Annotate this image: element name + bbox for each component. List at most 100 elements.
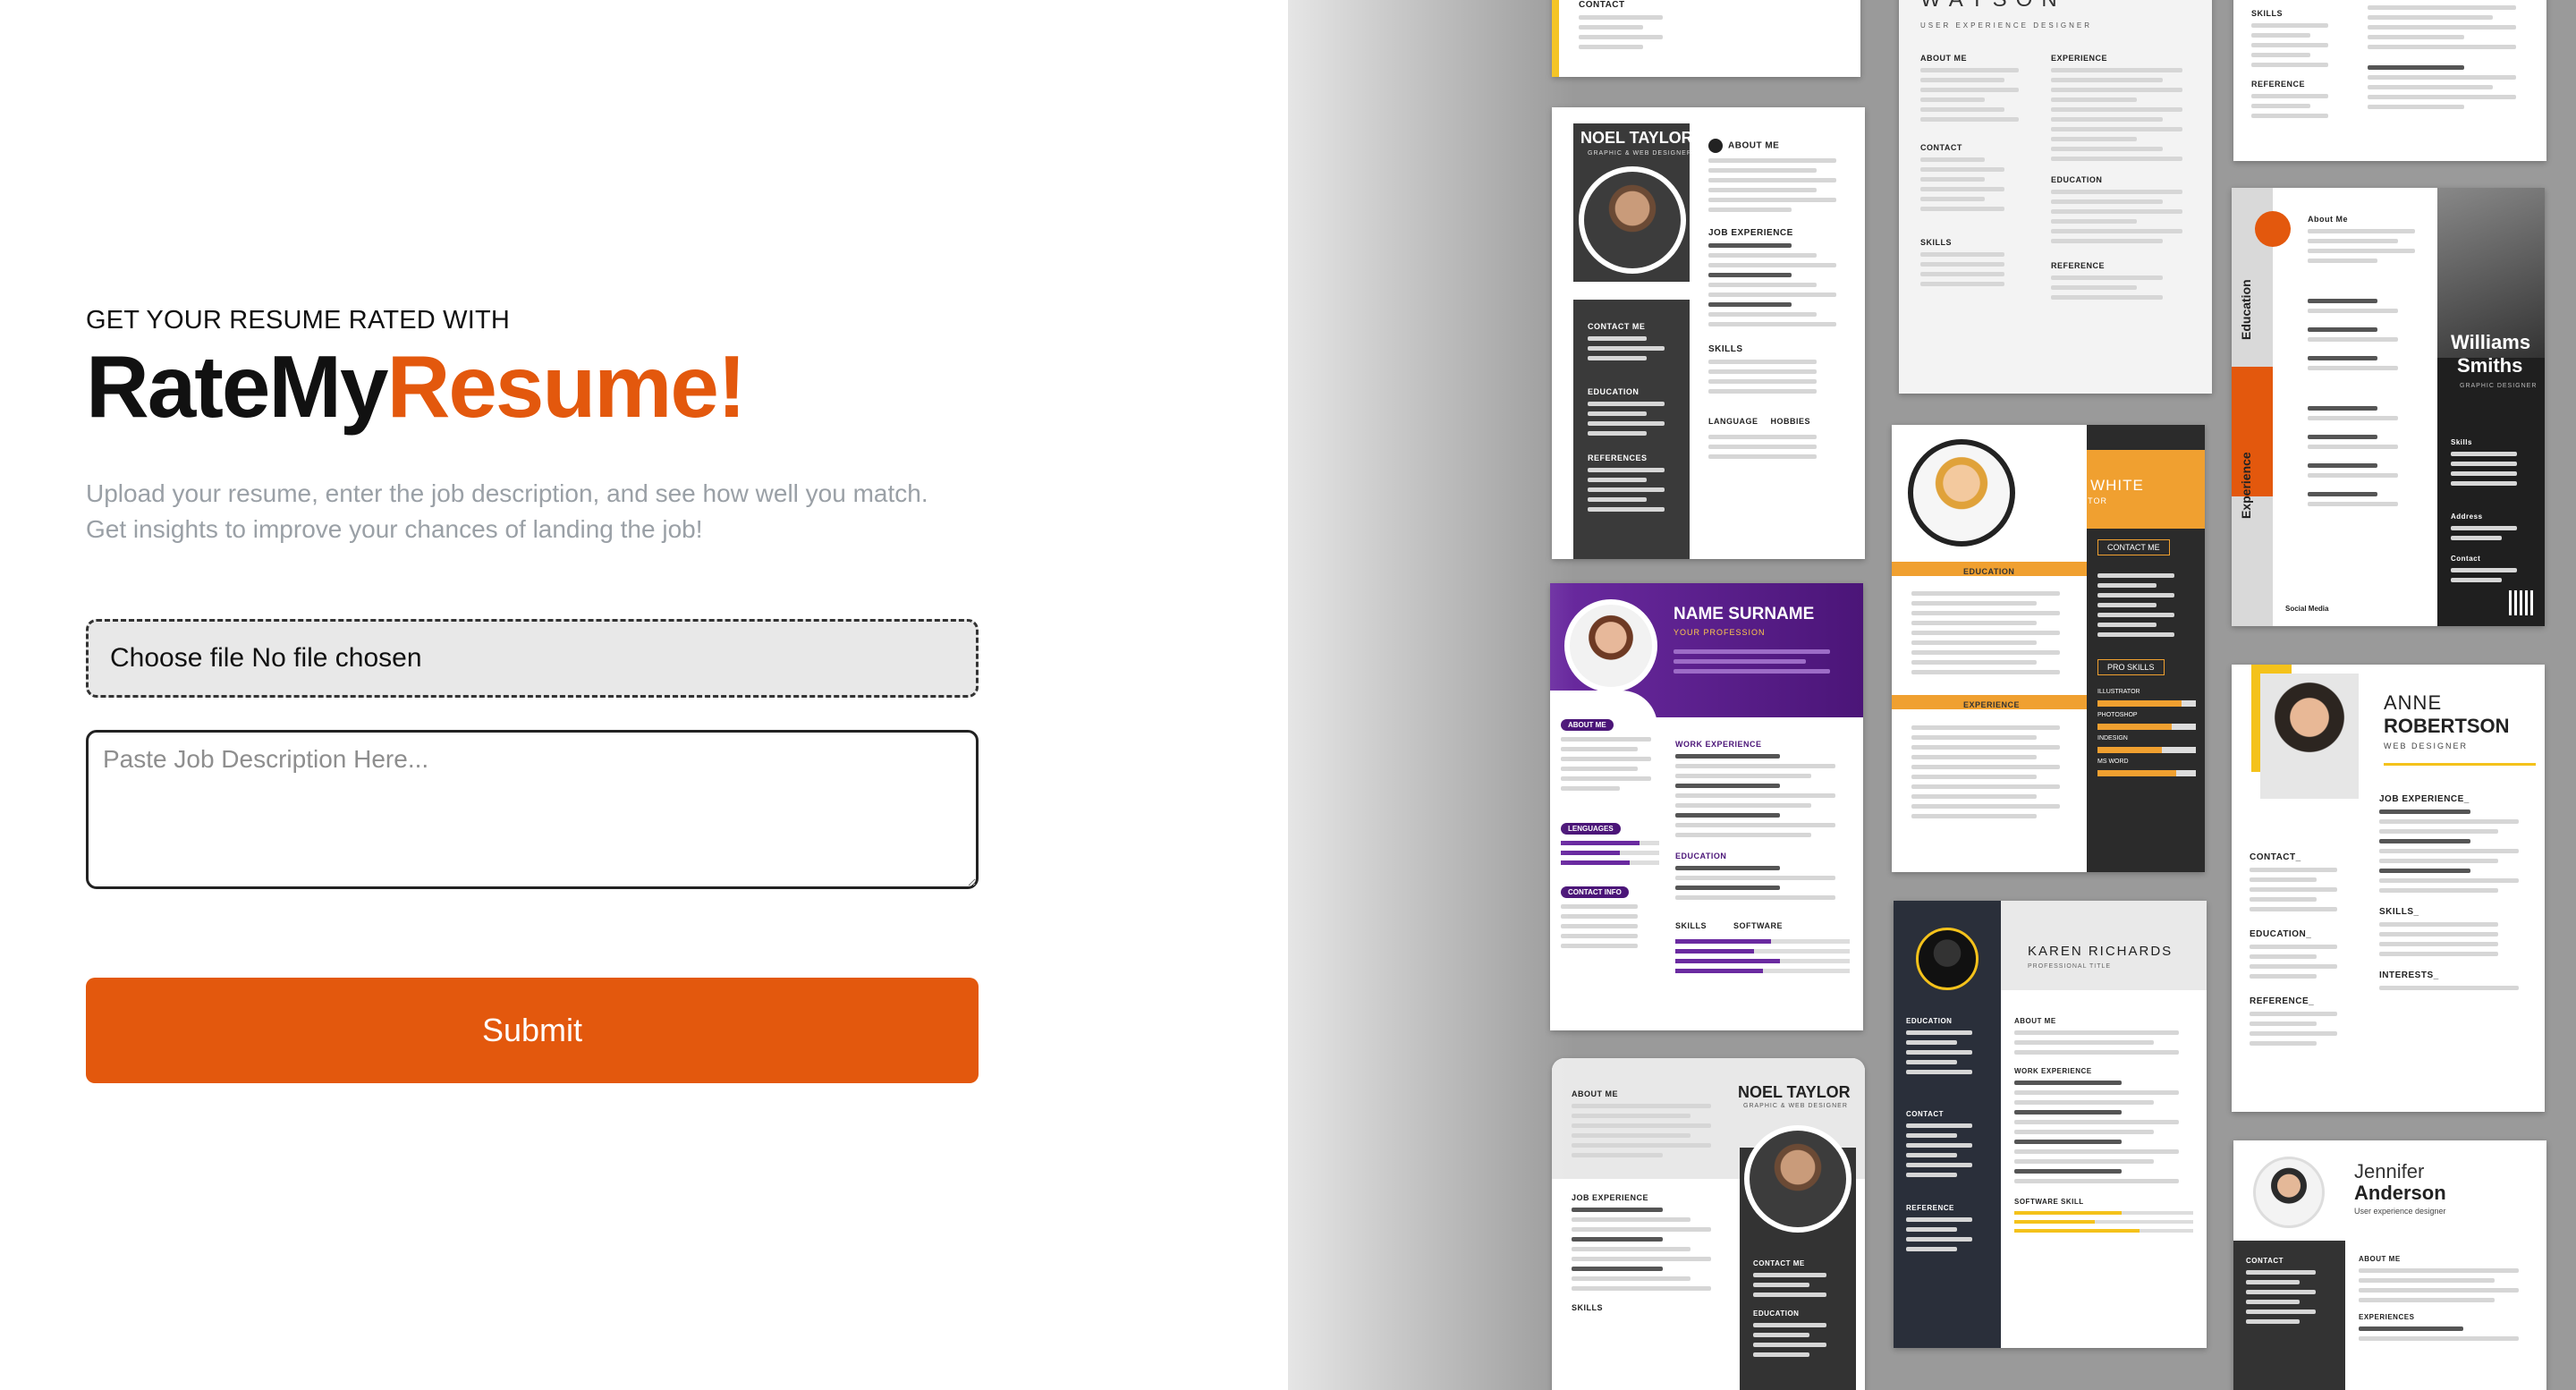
c2-reference: REFERENCE — [2051, 261, 2106, 270]
c10-skills: SKILLS — [1572, 1303, 1604, 1312]
c7-skills: SKILLS — [1675, 921, 1707, 930]
c7-title: YOUR PROFESSION — [1674, 628, 1766, 637]
c10-contact: CONTACT ME — [1753, 1259, 1805, 1267]
c6-contact: Contact — [2451, 555, 2481, 563]
resume-thumbnail-watson: WATSON USER EXPERIENCE DESIGNER ABOUT ME… — [1899, 0, 2212, 394]
file-input-label: Choose file No file chosen — [110, 643, 422, 673]
brand-title: RateMyResume! — [86, 343, 746, 430]
resume-thumbnail-3: SKILLS REFERENCE — [2233, 0, 2546, 161]
resume-thumbnail-karen-richards: KAREN RICHARDS PROFESSIONAL TITLE EDUCAT… — [1894, 901, 2207, 1348]
hero-description-line1: Upload your resume, enter the job descri… — [86, 479, 928, 507]
c5-education: EDUCATION — [1963, 567, 2015, 576]
c5-skills: PRO SKILLS — [2097, 659, 2165, 675]
c11-contact: CONTACT — [2246, 1257, 2284, 1265]
c1-contact-heading: CONTACT — [1579, 0, 1625, 10]
c4-about: ABOUT ME — [1708, 139, 1847, 153]
c10-name: NOEL TAYLOR — [1738, 1083, 1851, 1101]
c6-title: GRAPHIC DESIGNER — [2460, 383, 2538, 389]
c7-avatar — [1564, 599, 1657, 692]
c8-name1: ANNE — [2384, 691, 2443, 714]
c2-about: ABOUT ME — [1920, 54, 1967, 63]
c8-interests: INTERESTS_ — [2379, 970, 2439, 980]
c4-skills: SKILLS — [1708, 344, 1743, 354]
c4-references: REFERENCES — [1588, 453, 1648, 462]
c6-name2: Smiths — [2457, 354, 2523, 377]
c8-skills: SKILLS_ — [2379, 907, 2419, 917]
c9-title: PROFESSIONAL TITLE — [2028, 963, 2112, 970]
resume-thumbnail-noel-taylor-2: NOEL TAYLOR GRAPHIC & WEB DESIGNER ABOUT… — [1552, 1058, 1865, 1390]
c6-experience-vertical: Experience — [2239, 452, 2253, 519]
c7-name: NAME SURNAME — [1674, 605, 1815, 623]
c7-work: WORK EXPERIENCE — [1675, 740, 1762, 749]
c7-education: EDUCATION — [1675, 852, 1727, 860]
c6-logo — [2255, 211, 2291, 247]
c6-about: About Me — [2308, 215, 2348, 224]
job-description-input[interactable] — [86, 730, 979, 889]
c2-skills: SKILLS — [1920, 238, 1953, 247]
c5-skill-3-bar — [2097, 747, 2196, 753]
resume-file-input[interactable]: Choose file No file chosen — [86, 619, 979, 698]
c9-about: ABOUT ME — [2014, 1017, 2056, 1025]
c4-language: LANGUAGE — [1708, 417, 1758, 426]
c2-contact: CONTACT — [1920, 143, 1962, 152]
c10-title: GRAPHIC & WEB DESIGNER — [1743, 1103, 1848, 1109]
c2-education: EDUCATION — [2051, 175, 2103, 184]
c8-job: JOB EXPERIENCE_ — [2379, 794, 2470, 804]
c10-education: EDUCATION — [1753, 1309, 1800, 1318]
c4-name: NOEL TAYLOR — [1580, 129, 1693, 147]
resume-thumbnail-jennifer-anderson: Jennifer Anderson User experience design… — [2233, 1140, 2546, 1390]
c7-software: SOFTWARE — [1733, 921, 1784, 930]
c5-skill-1-bar — [2097, 700, 2196, 707]
c4-hobbies: HOBBIES — [1770, 417, 1811, 426]
c9-avatar — [1916, 928, 1979, 990]
hero-description: Upload your resume, enter the job descri… — [86, 476, 1016, 547]
c5-skill-2: PHOTOSHOP — [2097, 712, 2138, 718]
c11-about: ABOUT ME — [2359, 1255, 2401, 1263]
hero-description-line2: Get insights to improve your chances of … — [86, 515, 703, 543]
c8-contact: CONTACT_ — [2250, 852, 2301, 862]
c8-education: EDUCATION_ — [2250, 929, 2312, 939]
c9-name: KAREN RICHARDS — [2028, 944, 2174, 959]
hero-kicker: GET YOUR RESUME RATED WITH — [86, 306, 511, 335]
c5-skill-4: MS WORD — [2097, 759, 2129, 765]
c6-qr-code — [2509, 590, 2534, 615]
c3-reference: REFERENCE — [2251, 80, 2306, 89]
c6-education-vertical: Education — [2239, 279, 2253, 340]
c9-education: EDUCATION — [1906, 1017, 1953, 1025]
c5-title: ART DIRECTOR — [2037, 496, 2108, 505]
c5-experience: EXPERIENCE — [1963, 700, 2021, 709]
c2-title: USER EXPERIENCE DESIGNER — [1920, 21, 2093, 30]
upload-panel: GET YOUR RESUME RATED WITH RateMyResume!… — [0, 0, 1073, 1390]
c5-name: KELLY WHITE — [2035, 477, 2144, 494]
c5-avatar — [1908, 439, 2015, 547]
c8-title: WEB DESIGNER — [2384, 742, 2469, 750]
c6-skills: Skills — [2451, 438, 2472, 446]
c5-skill-1: ILLUSTRATOR — [2097, 689, 2140, 695]
c9-software: SOFTWARE SKILL — [2014, 1198, 2084, 1206]
c8-photo — [2260, 674, 2359, 799]
c9-work: WORK EXPERIENCE — [2014, 1067, 2092, 1075]
c4-job: JOB EXPERIENCE — [1708, 228, 1793, 238]
resume-thumbnail-noel-taylor: NOEL TAYLOR GRAPHIC & WEB DESIGNER CONTA… — [1552, 107, 1865, 559]
c5-skill-4-bar — [2097, 770, 2196, 776]
c6-address: Address — [2451, 513, 2483, 521]
c2-name: WATSON — [1920, 0, 2066, 13]
c6-social: Social Media — [2285, 605, 2329, 613]
c5-skill-3: INDESIGN — [2097, 735, 2128, 742]
c5-contact: CONTACT ME — [2097, 539, 2170, 555]
c10-about: ABOUT ME — [1572, 1089, 1618, 1098]
submit-button[interactable]: Submit — [86, 978, 979, 1083]
c4-education: EDUCATION — [1588, 387, 1640, 396]
c5-skill-2-bar — [2097, 724, 2196, 730]
c9-contact: CONTACT — [1906, 1110, 1945, 1118]
resume-thumbnail-anne-robertson: ANNE ROBERTSON WEB DESIGNER CONTACT_ EDU… — [2232, 665, 2545, 1112]
resume-thumbnail-kelly-white: KELLY WHITE ART DIRECTOR EDUCATION EXPER… — [1892, 425, 2205, 872]
c3-skills: SKILLS — [2251, 9, 2284, 18]
c11-experiences: EXPERIENCES — [2359, 1313, 2415, 1321]
c11-name1: Jennifer — [2354, 1160, 2425, 1182]
resume-thumbnail-williams-smiths: Williams Smiths GRAPHIC DESIGNER Educati… — [2232, 188, 2545, 626]
c4-contact: CONTACT ME — [1588, 322, 1646, 331]
c9-reference: REFERENCE — [1906, 1204, 1954, 1212]
c8-name2: ROBERTSON — [2384, 715, 2510, 737]
c2-experience: EXPERIENCE — [2051, 54, 2108, 63]
